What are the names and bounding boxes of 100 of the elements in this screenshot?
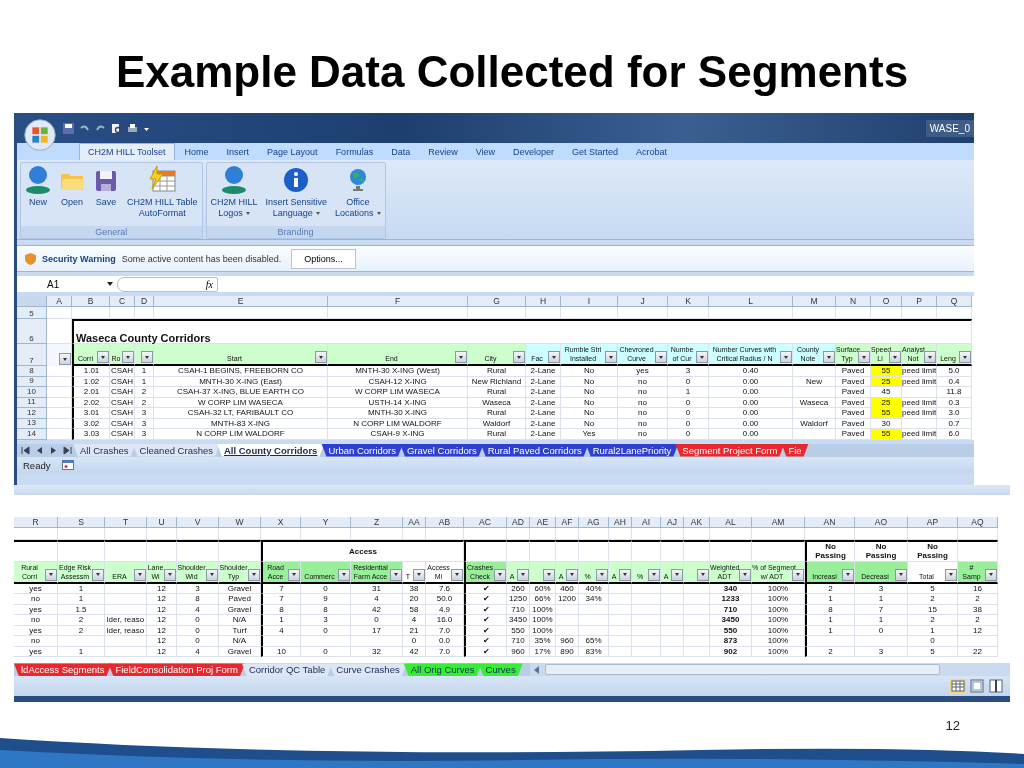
column-header[interactable]: G <box>468 296 526 307</box>
column-header[interactable]: B <box>72 296 110 307</box>
column-header[interactable]: AA <box>403 516 426 528</box>
column-header[interactable]: F <box>328 296 468 307</box>
sheet-tab[interactable]: All Crashes <box>73 443 136 457</box>
sheet-tab[interactable]: Curve Crashes <box>329 663 407 677</box>
sheet-tab[interactable]: ldAccess Segments <box>14 663 112 677</box>
row-header[interactable]: 6 <box>17 319 47 344</box>
filter-button[interactable] <box>780 351 792 363</box>
column-header[interactable]: Z <box>351 516 403 528</box>
column-header[interactable]: AP <box>908 516 958 528</box>
ribbon-button[interactable]: Save <box>89 163 123 226</box>
sheet-tab[interactable]: Curves <box>478 663 523 677</box>
column-header[interactable]: N <box>836 296 871 307</box>
filter-button[interactable] <box>97 351 109 363</box>
ribbon-button[interactable]: Insert Sensitive Language <box>261 163 332 226</box>
ribbon-tab[interactable]: Get Started <box>564 143 627 160</box>
filter-button[interactable] <box>739 568 751 581</box>
filter-button[interactable] <box>895 568 907 581</box>
column-header[interactable]: E <box>154 296 328 307</box>
macro-record-icon[interactable] <box>62 460 75 470</box>
filter-button[interactable] <box>543 568 555 581</box>
sheet-tab[interactable]: Rural2LanePriority <box>585 443 679 457</box>
column-header[interactable]: I <box>561 296 618 307</box>
filter-button[interactable] <box>924 351 936 363</box>
filter-button[interactable] <box>413 568 425 581</box>
filter-button[interactable] <box>451 568 463 581</box>
filter-button[interactable] <box>122 351 134 363</box>
filter-button[interactable] <box>288 568 300 581</box>
filter-button[interactable] <box>596 568 608 581</box>
row-header[interactable]: 11 <box>17 397 47 408</box>
column-header[interactable]: AD <box>507 516 530 528</box>
column-header[interactable]: C <box>110 296 135 307</box>
sheet-tab[interactable]: Cleaned Crashes <box>132 443 220 457</box>
ribbon-tab[interactable]: Acrobat <box>628 143 676 160</box>
filter-button[interactable] <box>134 568 146 581</box>
sheet-tab[interactable]: Fie <box>781 443 809 457</box>
sheet-tab[interactable]: All County Corridors <box>217 443 325 457</box>
filter-button[interactable] <box>697 568 709 581</box>
sheet-tab[interactable]: Urban Corridors <box>321 443 403 457</box>
column-header[interactable]: AM <box>752 516 805 528</box>
column-header[interactable]: AE <box>530 516 556 528</box>
filter-button[interactable] <box>842 568 854 581</box>
horizontal-scrollbar[interactable] <box>529 663 1010 677</box>
normal-view-icon[interactable] <box>950 679 966 694</box>
ribbon-tab[interactable]: Formulas <box>327 143 382 160</box>
row-header[interactable]: 9 <box>17 376 47 387</box>
row-header[interactable]: 10 <box>17 387 47 398</box>
column-header[interactable]: K <box>668 296 709 307</box>
column-header[interactable]: AK <box>684 516 710 528</box>
row-header[interactable]: 12 <box>17 408 47 419</box>
last-sheet-icon[interactable] <box>63 445 72 455</box>
scroll-left-icon[interactable] <box>532 665 541 674</box>
column-header[interactable]: D <box>135 296 154 307</box>
column-header[interactable]: T <box>105 516 147 528</box>
ribbon-button[interactable]: Open <box>55 163 89 226</box>
filter-button[interactable] <box>858 351 870 363</box>
column-header[interactable]: V <box>177 516 219 528</box>
filter-button[interactable] <box>390 568 402 581</box>
column-header[interactable]: AL <box>710 516 752 528</box>
page-break-icon[interactable] <box>988 679 1004 694</box>
sheet-tab[interactable]: FieldConsolidation Proj Form <box>108 663 245 677</box>
column-header[interactable]: AB <box>426 516 464 528</box>
filter-button[interactable] <box>619 568 631 581</box>
filter-button[interactable] <box>823 351 835 363</box>
filter-button[interactable] <box>494 568 506 581</box>
row-header[interactable]: 7 <box>17 344 47 366</box>
column-header[interactable]: AF <box>556 516 579 528</box>
column-header[interactable]: AN <box>805 516 855 528</box>
ribbon-button[interactable]: CH2M HILL Table AutoFormat <box>123 163 202 226</box>
ribbon-button[interactable]: Office Locations <box>331 163 385 226</box>
ribbon-tab[interactable]: Review <box>420 143 466 160</box>
name-box[interactable]: A1 <box>17 278 103 290</box>
caret-icon[interactable] <box>107 282 113 286</box>
sheet-tab[interactable]: Rural Paved Corridors <box>480 443 589 457</box>
column-header[interactable]: AC <box>464 516 507 528</box>
filter-button[interactable] <box>959 351 971 363</box>
column-header[interactable]: AJ <box>661 516 684 528</box>
ribbon-button[interactable]: CH2M HILL Logos <box>206 163 262 226</box>
column-header[interactable]: J <box>618 296 668 307</box>
column-header[interactable]: U <box>147 516 177 528</box>
filter-button[interactable] <box>945 568 957 581</box>
ribbon-tab[interactable]: Data <box>383 143 419 160</box>
ribbon-tab[interactable]: CH2M HILL Toolset <box>79 143 175 160</box>
filter-button[interactable] <box>985 568 997 581</box>
filter-button[interactable] <box>696 351 708 363</box>
column-header[interactable]: P <box>902 296 937 307</box>
column-header[interactable]: X <box>261 516 301 528</box>
filter-button[interactable] <box>566 568 578 581</box>
ribbon-tab[interactable]: View <box>467 143 504 160</box>
filter-button[interactable] <box>889 351 901 363</box>
column-header[interactable]: S <box>58 516 105 528</box>
column-header[interactable]: AI <box>632 516 661 528</box>
ribbon-tab[interactable]: Page Layout <box>259 143 326 160</box>
column-header[interactable]: L <box>709 296 793 307</box>
filter-button[interactable] <box>315 351 327 363</box>
sheet-tab[interactable]: Segment Project Form <box>675 443 785 457</box>
ribbon-button[interactable]: New <box>21 163 55 226</box>
previous-sheet-icon[interactable] <box>35 445 44 455</box>
first-sheet-icon[interactable] <box>21 445 30 455</box>
